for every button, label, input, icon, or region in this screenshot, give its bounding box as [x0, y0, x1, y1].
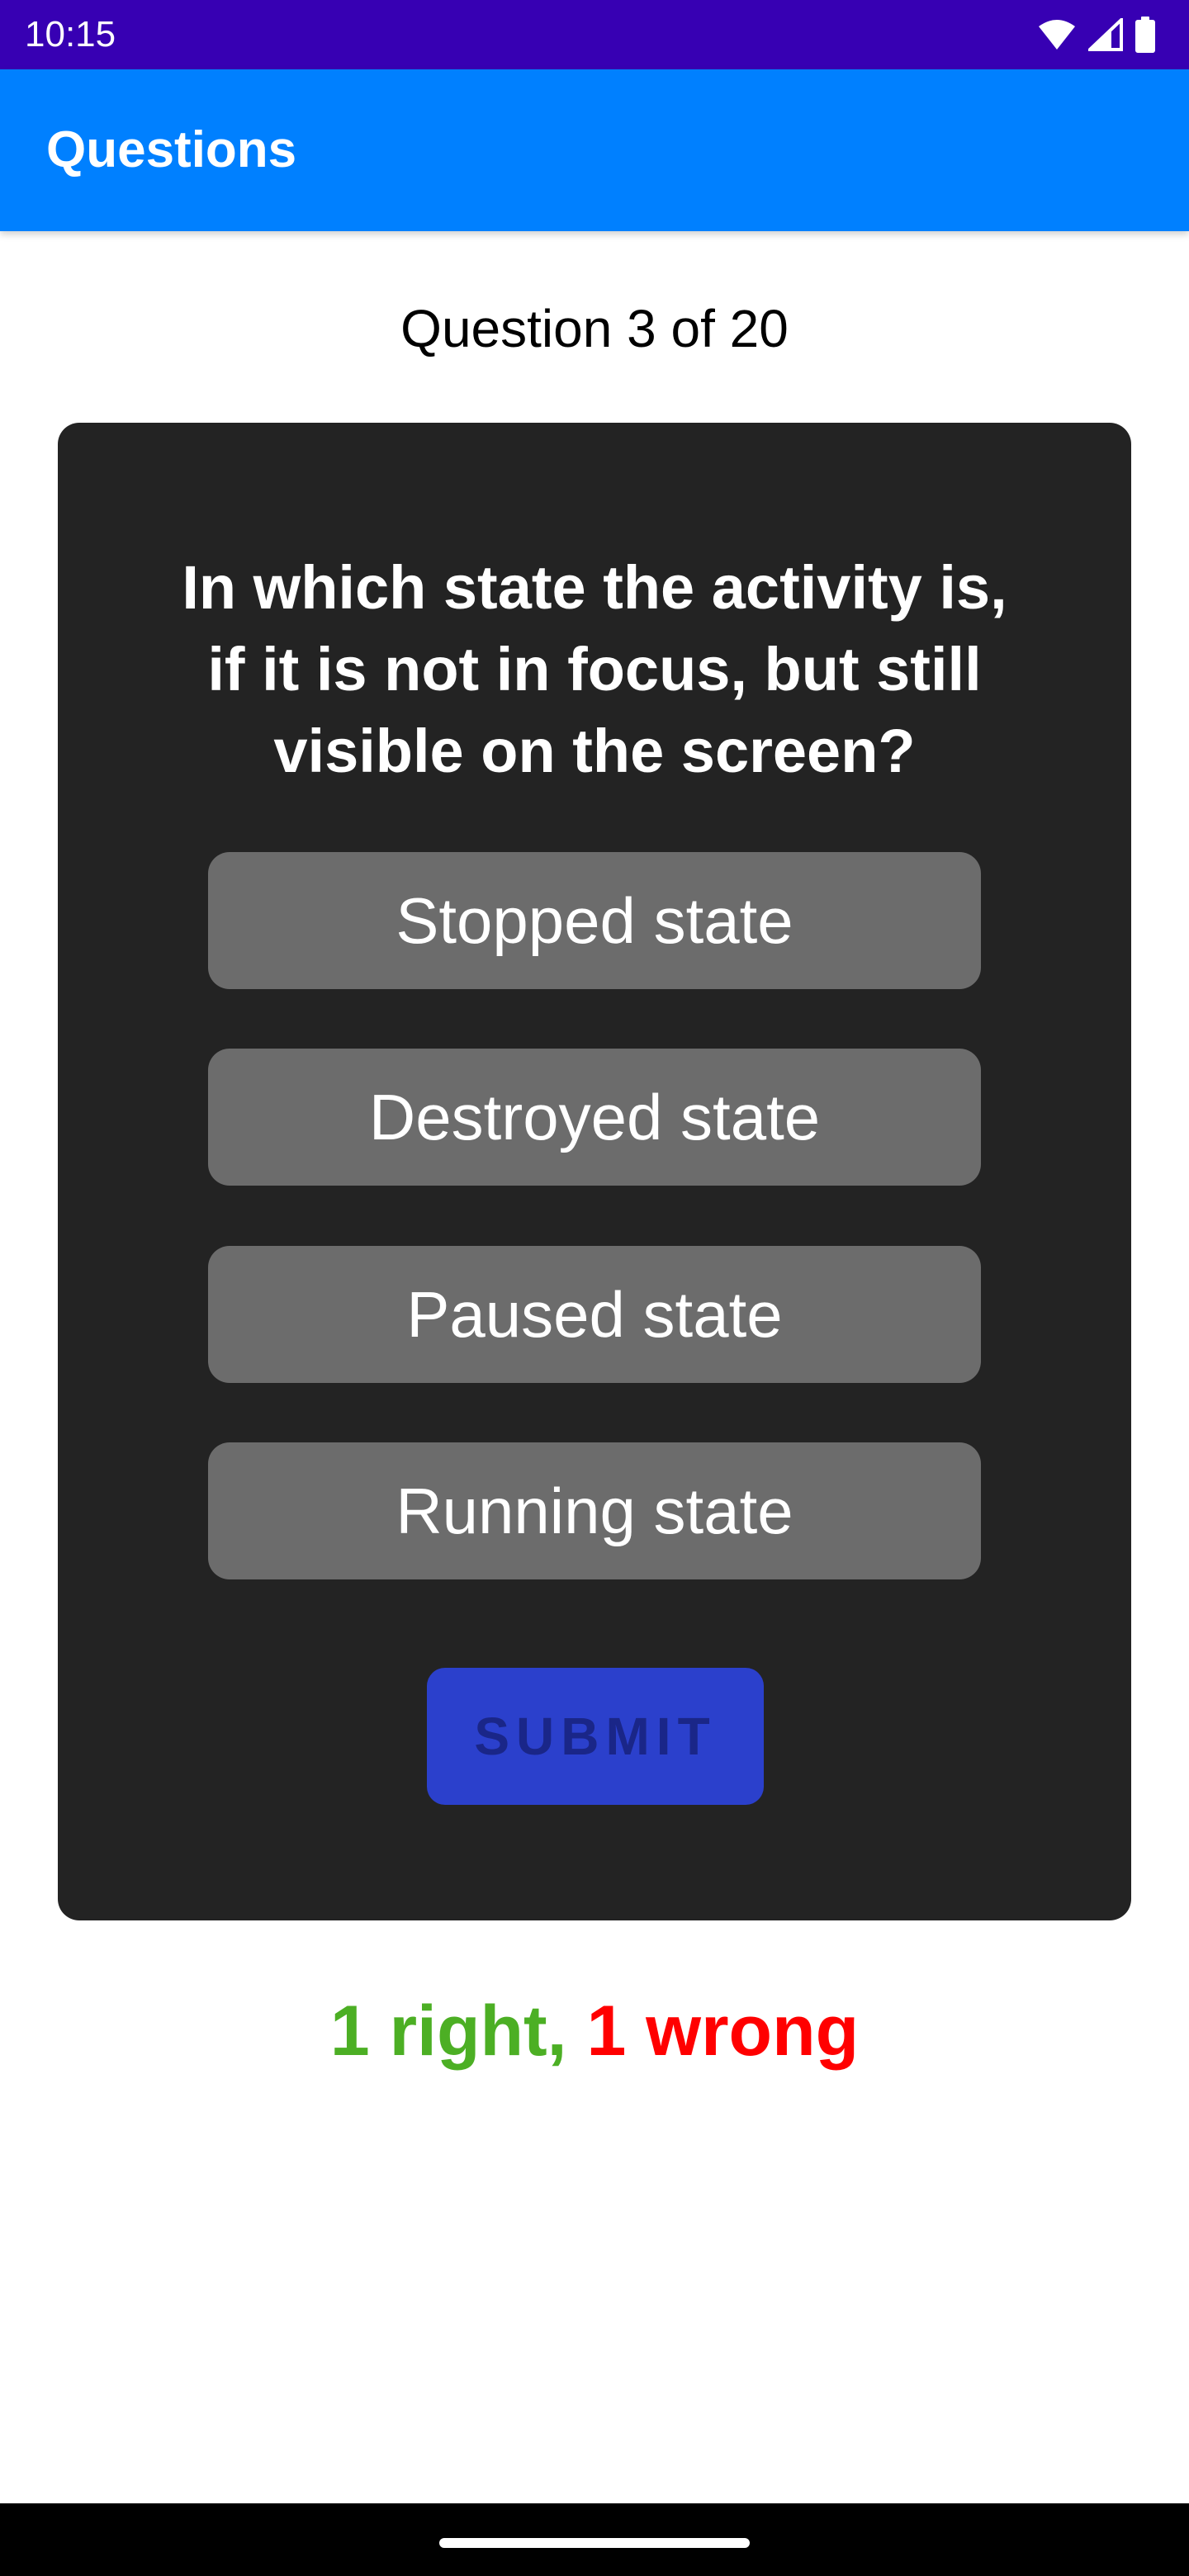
home-handle[interactable] [439, 2538, 750, 2548]
option-stopped-state-button[interactable]: Stopped state [208, 852, 981, 989]
app-screen: 10:15 Questions Question 3 of 20 In whic… [0, 0, 1189, 2576]
score-summary: 1 right, 1 wrong [0, 1990, 1189, 2072]
option-running-state-button[interactable]: Running state [208, 1442, 981, 1579]
app-bar: Questions [0, 69, 1189, 231]
option-destroyed-state-button[interactable]: Destroyed state [208, 1049, 981, 1186]
status-bar: 10:15 [0, 0, 1189, 69]
navigation-bar [0, 2503, 1189, 2576]
question-progress: Question 3 of 20 [400, 299, 789, 358]
question-text: In which state the activity is, if it is… [182, 553, 1007, 785]
quiz-card: In which state the activity is, if it is… [58, 423, 1131, 1920]
status-icons [1037, 15, 1156, 54]
score-right: 1 right, [329, 1991, 567, 2071]
option-paused-state-button[interactable]: Paused state [208, 1246, 981, 1383]
submit-button[interactable]: SUBMIT [427, 1668, 764, 1805]
battery-icon [1135, 17, 1156, 53]
signal-icon [1088, 18, 1123, 51]
app-title: Questions [46, 121, 297, 178]
status-time: 10:15 [25, 14, 116, 54]
score-wrong: 1 wrong [586, 1991, 860, 2071]
wifi-icon [1037, 18, 1077, 51]
